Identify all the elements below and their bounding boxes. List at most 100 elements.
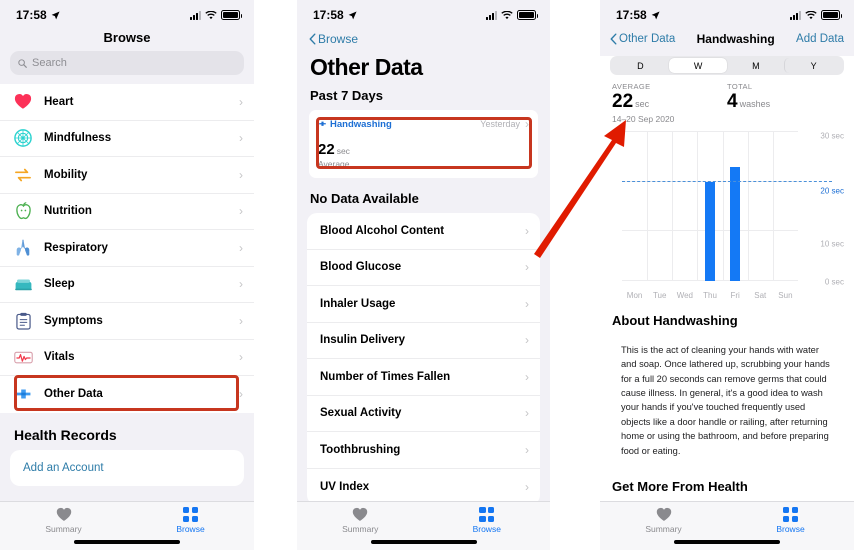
stat-unit: washes: [739, 99, 771, 109]
list-item-label: Sexual Activity: [320, 407, 402, 420]
sidebar-item-mobility[interactable]: Mobility ›: [0, 157, 254, 194]
segment-week[interactable]: W: [668, 58, 727, 73]
sidebar-item-respiratory[interactable]: Respiratory ›: [0, 230, 254, 267]
status-bar: 17:58: [600, 0, 854, 30]
chevron-right-icon: ›: [239, 167, 243, 182]
page-title: Handwashing: [696, 32, 775, 46]
tab-browse[interactable]: Browse: [424, 507, 551, 534]
get-more-header: Get More From Health: [612, 479, 748, 495]
handwashing-bar-chart[interactable]: 30 sec 20 sec 10 sec 0 sec Mon Tue Wed Thu F…: [608, 128, 846, 303]
tab-bar: Summary Browse: [600, 501, 854, 550]
mobility-icon: [13, 165, 33, 185]
sidebar-item-other-data[interactable]: Other Data ›: [0, 376, 254, 413]
stats-row: AVERAGE 22 sec TOTAL 4 washes: [600, 75, 854, 113]
tab-label: Browse: [176, 524, 205, 534]
category-label: Symptoms: [44, 314, 103, 327]
sidebar-item-mindfulness[interactable]: Mindfulness ›: [0, 120, 254, 157]
back-button[interactable]: Other Data: [610, 33, 675, 45]
chart-bar[interactable]: [730, 166, 741, 281]
grid-icon: [783, 507, 798, 522]
add-account-card[interactable]: Add an Account: [10, 449, 244, 487]
chart-bar[interactable]: [704, 181, 716, 281]
category-label: Heart: [44, 95, 74, 108]
handwashing-card-when: Yesterday: [480, 119, 520, 129]
chevron-left-icon: [610, 33, 617, 45]
about-text: This is the act of cleaning your hands w…: [611, 333, 843, 468]
chevron-right-icon: ›: [525, 333, 529, 348]
segment-month[interactable]: M: [727, 58, 785, 73]
list-item[interactable]: Blood Alcohol Content ›: [307, 213, 540, 250]
sidebar-item-heart[interactable]: Heart ›: [0, 84, 254, 121]
chevron-right-icon: ›: [525, 296, 529, 311]
about-header: About Handwashing: [612, 312, 738, 328]
tab-label: Summary: [342, 524, 379, 534]
chart-average-line: [622, 180, 832, 182]
status-left: 17:58: [16, 8, 60, 22]
tab-browse[interactable]: Browse: [127, 507, 254, 534]
add-account-label[interactable]: Add an Account: [10, 450, 244, 487]
list-item-label: Blood Glucose: [320, 261, 402, 274]
chevron-right-icon: ›: [525, 369, 529, 384]
segment-day[interactable]: D: [612, 58, 669, 73]
wifi-icon: [501, 10, 513, 19]
chart-x-tick-label: Thu: [703, 290, 717, 300]
stat-unit: sec: [635, 99, 650, 109]
tab-summary[interactable]: Summary: [297, 507, 424, 534]
chevron-right-icon: ›: [525, 260, 529, 275]
sidebar-item-nutrition[interactable]: Nutrition ›: [0, 193, 254, 230]
heart-icon: [656, 507, 671, 521]
tab-summary[interactable]: Summary: [0, 507, 127, 534]
chevron-right-icon: ›: [239, 94, 243, 109]
location-arrow-icon: [651, 10, 660, 19]
handwashing-card-title: Handwashing: [330, 118, 392, 130]
list-item[interactable]: UV Index ›: [307, 469, 540, 506]
stat-value: 22 sec: [612, 91, 727, 113]
sidebar-item-sleep[interactable]: Sleep ›: [0, 266, 254, 303]
phone-screen-handwashing-detail: 17:58 Other Data Handwashing Add Data D …: [600, 0, 854, 550]
heart-icon: [56, 507, 71, 521]
status-right: [486, 10, 538, 20]
segment-year[interactable]: Y: [784, 58, 842, 73]
chevron-right-icon: ›: [239, 240, 243, 255]
list-item[interactable]: Inhaler Usage ›: [307, 286, 540, 323]
no-data-list: Blood Alcohol Content › Blood Glucose › In…: [307, 213, 540, 505]
category-label: Vitals: [44, 351, 75, 364]
chevron-right-icon: ›: [239, 131, 243, 146]
stat-total: TOTAL 4 washes: [727, 82, 842, 113]
chevron-left-icon: [309, 33, 316, 45]
health-records-header: Health Records: [14, 426, 117, 443]
list-item[interactable]: Sexual Activity ›: [307, 396, 540, 432]
range-segmented-control[interactable]: D W M Y: [610, 56, 844, 75]
tab-summary[interactable]: Summary: [600, 507, 727, 534]
respiratory-icon: [13, 238, 33, 258]
home-indicator: [674, 540, 780, 544]
list-item[interactable]: Insulin Delivery ›: [307, 323, 540, 359]
sidebar-item-symptoms[interactable]: Symptoms ›: [0, 303, 254, 340]
chart-gridline-v: [772, 131, 774, 281]
stat-caption: AVERAGE: [612, 82, 651, 91]
status-bar: 17:58: [297, 0, 550, 30]
list-item-label: UV Index: [320, 480, 370, 493]
chart-gridline-h: [622, 130, 798, 132]
chart-gridline-v: [722, 131, 724, 281]
list-item-label: Inhaler Usage: [320, 297, 396, 310]
list-item[interactable]: Toothbrushing ›: [307, 432, 540, 469]
battery-icon: [221, 10, 242, 20]
back-button[interactable]: Browse: [297, 30, 550, 46]
search-input[interactable]: Search: [10, 51, 244, 75]
cellular-icon: [190, 10, 201, 20]
symptoms-icon: [13, 311, 33, 331]
tab-browse[interactable]: Browse: [727, 507, 854, 534]
status-time: 17:58: [16, 8, 47, 22]
add-data-button[interactable]: Add Data: [796, 33, 844, 45]
handwashing-summary-card[interactable]: Handwashing Yesterday › 22 sec Average: [309, 110, 538, 178]
sidebar-item-vitals[interactable]: Vitals ›: [0, 339, 254, 376]
status-left: 17:58: [616, 8, 660, 22]
list-item[interactable]: Blood Glucose ›: [307, 250, 540, 286]
page-title: Other Data: [310, 54, 423, 80]
list-item[interactable]: Number of Times Fallen ›: [307, 359, 540, 396]
date-range-label: 14–20 Sep 2020: [612, 113, 675, 124]
phone-screen-browse: 17:58 Browse Search Heart › Mindfulness …: [0, 0, 254, 550]
heart-icon: [353, 507, 368, 521]
browse-list-scroll[interactable]: Heart › Mindfulness › Mobility › Nutriti…: [0, 84, 254, 525]
